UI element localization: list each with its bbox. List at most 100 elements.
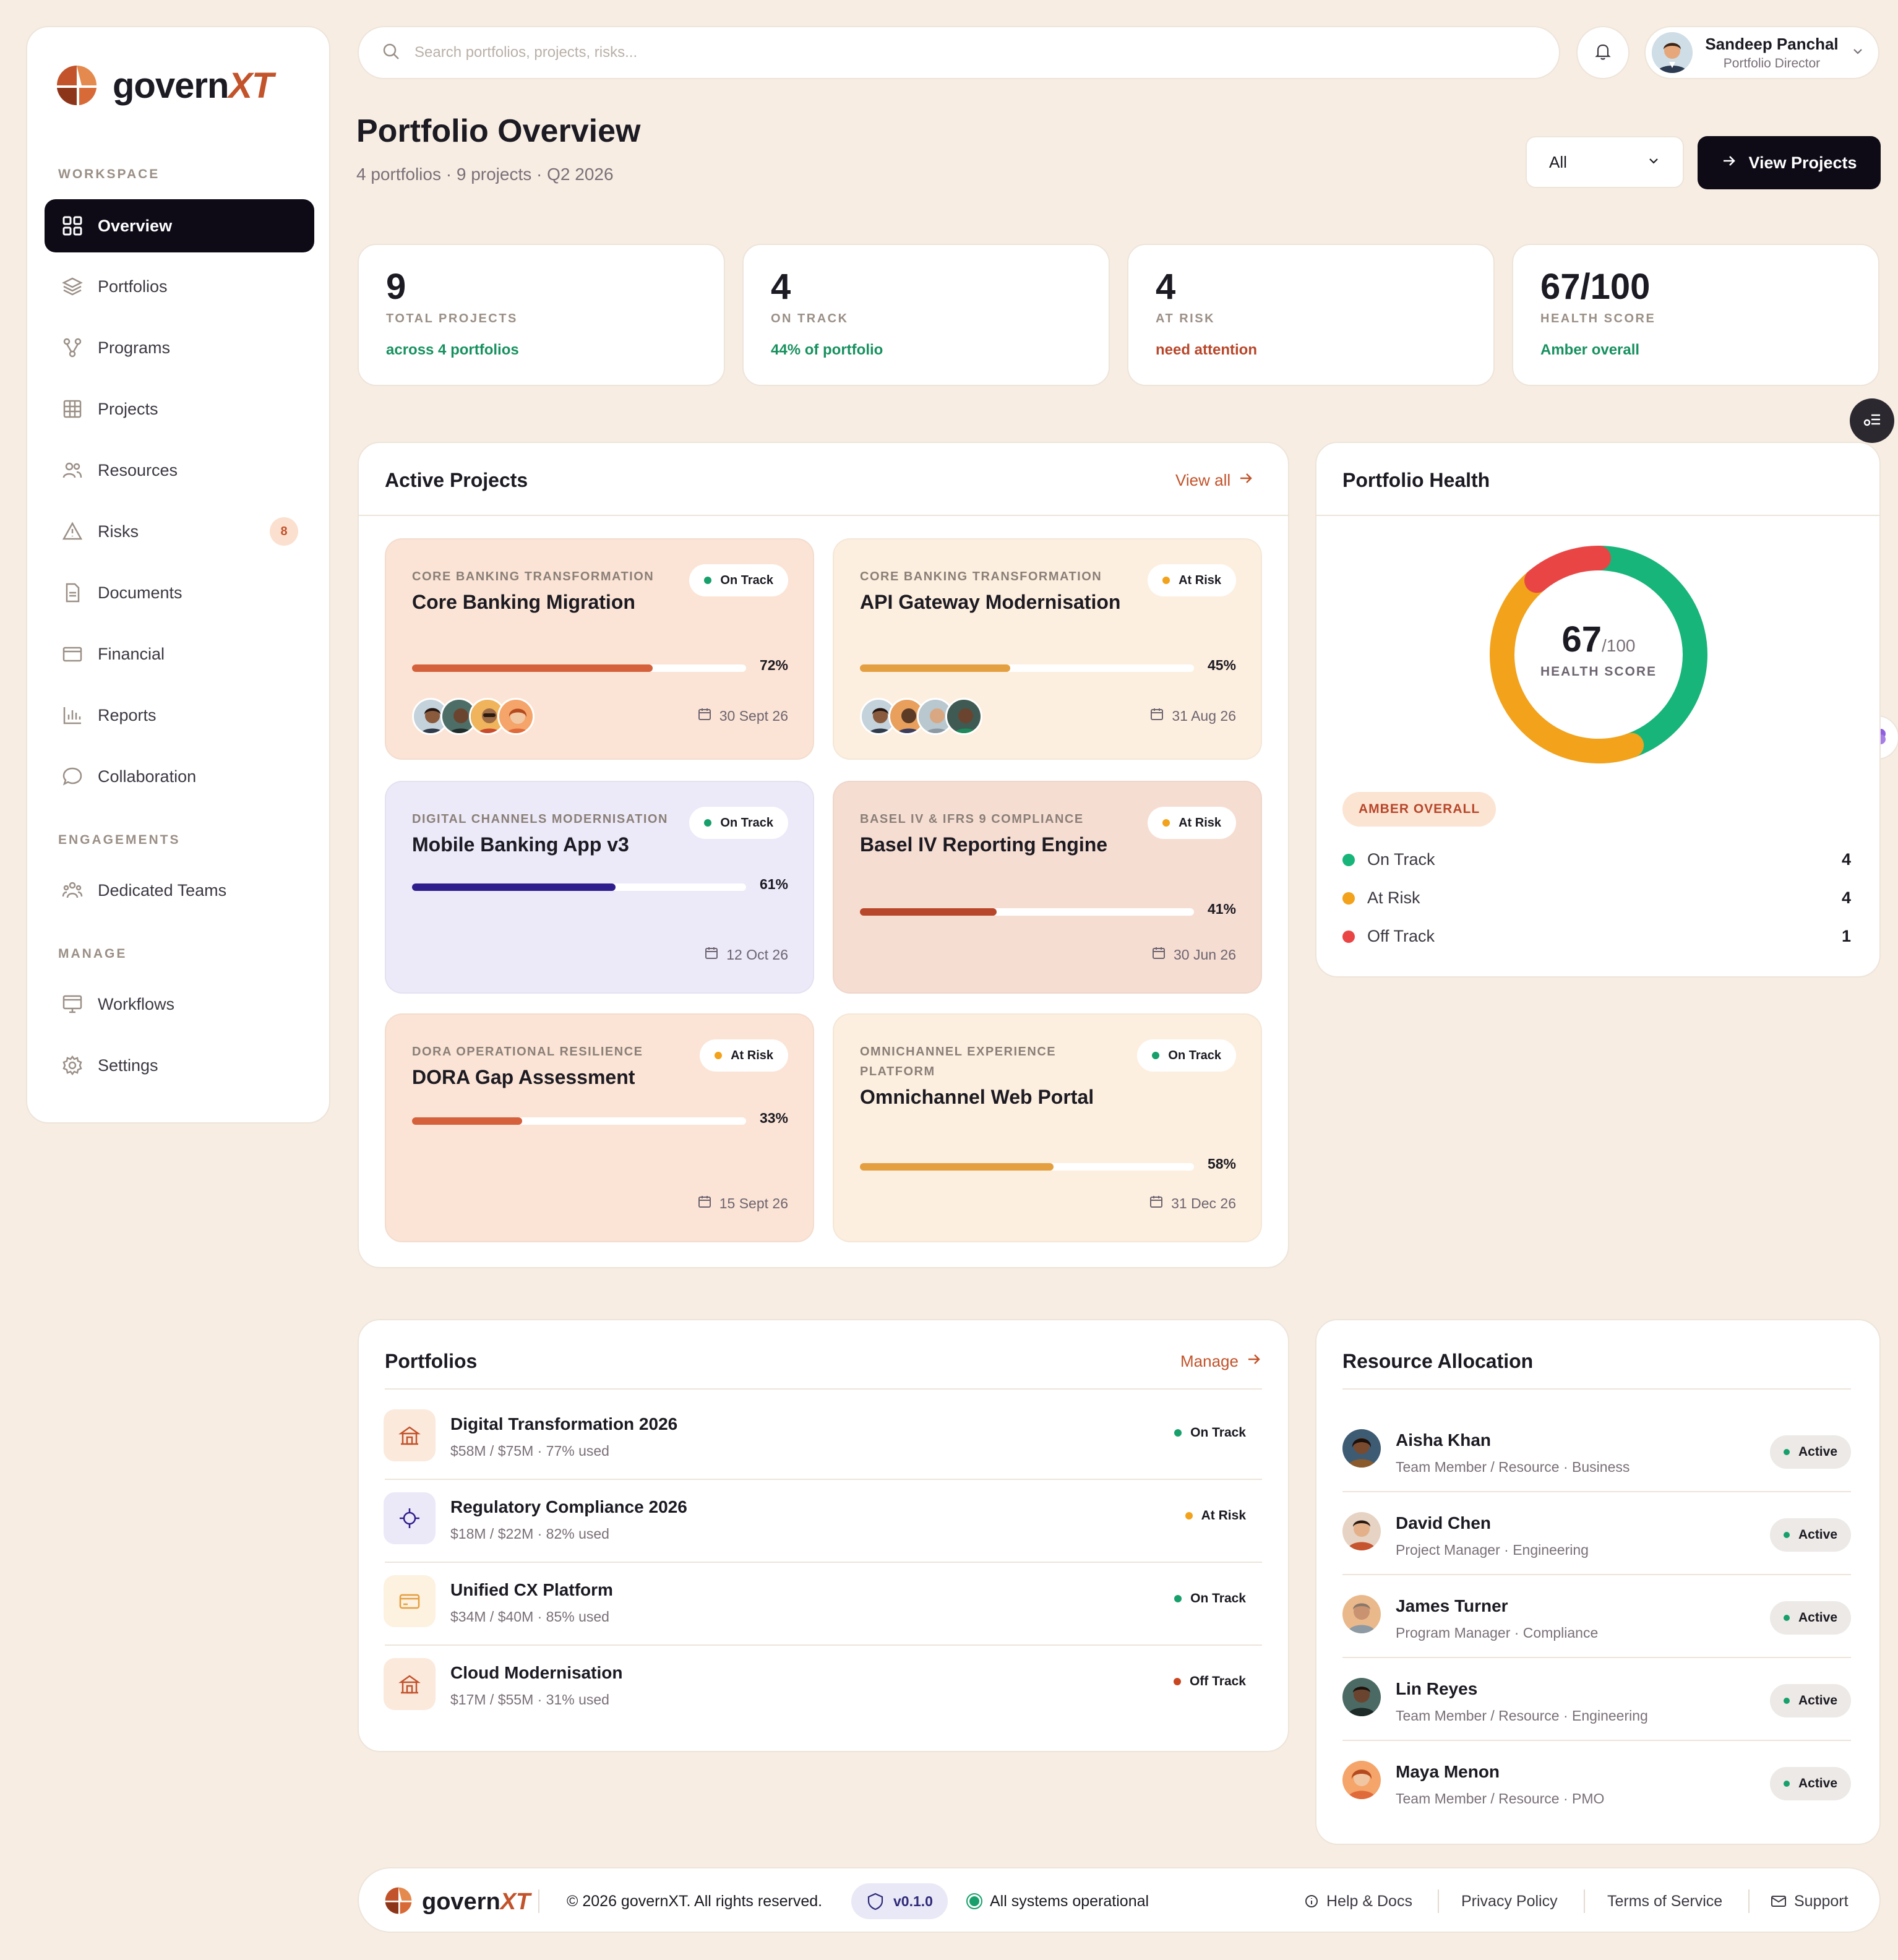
view-projects-label: View Projects [1748, 153, 1857, 172]
sidebar-item-portfolios[interactable]: Portfolios [45, 260, 314, 313]
project-card-mobile-banking-app[interactable]: DIGITAL CHANNELS MODERNISATION Mobile Ba… [385, 781, 814, 994]
mail-icon [1771, 1896, 1786, 1907]
sidebar-item-workflows[interactable]: Workflows [45, 978, 314, 1031]
bell-icon [1593, 41, 1613, 64]
resource-role: Team Member / Resource · PMO [1396, 1790, 1605, 1807]
card-icon [61, 642, 84, 666]
logo-mark-icon [384, 1886, 413, 1919]
search-bar[interactable] [358, 26, 1560, 79]
progress-fill [412, 883, 616, 891]
project-category: DORA OPERATIONAL RESILIENCE [412, 1045, 643, 1059]
sidebar-item-programs[interactable]: Programs [45, 321, 314, 374]
project-category: CORE BANKING TRANSFORMATION [412, 570, 655, 583]
shield-icon [867, 1893, 883, 1911]
resource-row-aisha-khan[interactable]: Aisha Khan Team Member / Resource · Busi… [1342, 1408, 1851, 1491]
privacy-policy-link[interactable]: Privacy Policy [1461, 1868, 1558, 1934]
stat-value: 4 [771, 267, 791, 307]
project-card-omnichannel-web-portal[interactable]: OMNICHANNEL EXPERIENCE PLATFORM Omnichan… [833, 1013, 1262, 1242]
amber-overall-badge: AMBER OVERALL [1342, 792, 1496, 827]
user-name: Sandeep Panchal [1705, 34, 1839, 53]
portfolio-name: Regulatory Compliance 2026 [450, 1497, 687, 1516]
logo-mark-icon [54, 63, 99, 108]
sidebar-item-settings[interactable]: Settings [45, 1039, 314, 1092]
search-input[interactable] [414, 44, 1466, 61]
team-icon [61, 879, 84, 902]
stat-subtext: across 4 portfolios [386, 342, 519, 358]
info-icon [1305, 1895, 1318, 1907]
help-docs-link[interactable]: Help & Docs [1304, 1868, 1412, 1934]
resource-row-james-turner[interactable]: James Turner Program Manager · Complianc… [1342, 1574, 1851, 1657]
progress-fill [860, 1163, 1054, 1171]
portfolio-budget: $58M / $75M · 77% used [450, 1443, 609, 1459]
chevron-down-icon [1851, 45, 1865, 61]
user-avatar [1652, 32, 1693, 73]
portfolio-row-cloud-modernisation[interactable]: Cloud Modernisation $17M / $55M · 31% us… [384, 1641, 1262, 1724]
portfolio-budget: $17M / $55M · 31% used [450, 1691, 609, 1708]
quick-actions-button[interactable] [1850, 398, 1894, 443]
sidebar-item-dedicated-teams[interactable]: Dedicated Teams [45, 864, 314, 917]
manage-link[interactable]: Manage [1180, 1351, 1262, 1372]
sidebar-item-collaboration[interactable]: Collaboration [45, 750, 314, 803]
progress-fill [860, 664, 1010, 672]
panel-divider [385, 1388, 1262, 1390]
portfolio-filter-select[interactable]: All [1526, 136, 1684, 188]
project-team-avatars[interactable] [412, 698, 535, 735]
project-card-core-banking-migration[interactable]: CORE BANKING TRANSFORMATION Core Banking… [385, 538, 814, 760]
project-card-dora-gap-assessment[interactable]: DORA OPERATIONAL RESILIENCE DORA Gap Ass… [385, 1013, 814, 1242]
resource-row-david-chen[interactable]: David Chen Project Manager · Engineering… [1342, 1491, 1851, 1574]
portfolio-row-unified-cx[interactable]: Unified CX Platform $34M / $40M · 85% us… [384, 1558, 1262, 1641]
system-status: All systems operational [966, 1868, 1149, 1934]
sidebar-item-resources[interactable]: Resources [45, 444, 314, 497]
bank-icon [384, 1658, 436, 1710]
status-badge: On Track [1174, 1591, 1246, 1606]
portfolio-health-title: Portfolio Health [1342, 469, 1490, 491]
project-card-api-gateway-modernisation[interactable]: CORE BANKING TRANSFORMATION API Gateway … [833, 538, 1262, 760]
portfolio-row-regulatory-compliance[interactable]: Regulatory Compliance 2026 $18M / $22M ·… [384, 1475, 1262, 1558]
view-projects-button[interactable]: View Projects [1698, 136, 1881, 189]
project-card-basel-iv-reporting-engine[interactable]: BASEL IV & IFRS 9 COMPLIANCE Basel IV Re… [833, 781, 1262, 994]
progress-fill [412, 664, 653, 672]
active-badge: Active [1769, 1767, 1851, 1800]
terms-of-service-link[interactable]: Terms of Service [1607, 1868, 1722, 1934]
page-subtitle: 4 portfolios · 9 projects · Q2 2026 [356, 165, 614, 184]
sidebar-item-label: Dedicated Teams [98, 880, 227, 900]
stat-value: 4 [1156, 267, 1176, 307]
stat-label: TOTAL PROJECTS [386, 312, 518, 325]
progress-percent: 61% [759, 876, 788, 892]
sidebar-item-label: Resources [98, 460, 178, 479]
support-link[interactable]: Support [1771, 1868, 1849, 1934]
health-score-label: HEALTH SCORE [1540, 664, 1657, 679]
resource-avatar [1342, 1512, 1381, 1550]
progress-percent: 45% [1207, 657, 1236, 673]
sidebar-item-documents[interactable]: Documents [45, 566, 314, 619]
footer-logo[interactable]: governXT [384, 1886, 530, 1919]
arrow-right-icon [1238, 470, 1254, 491]
sidebar-item-financial[interactable]: Financial [45, 627, 314, 681]
notifications-button[interactable] [1576, 26, 1630, 79]
sidebar-item-reports[interactable]: Reports [45, 689, 314, 742]
project-name: Omnichannel Web Portal [860, 1086, 1094, 1108]
resource-role: Program Manager · Compliance [1396, 1625, 1599, 1641]
resource-avatar [1342, 1595, 1381, 1633]
status-badge: Off Track [1173, 1674, 1246, 1689]
brand-name: governXT [113, 65, 274, 106]
user-menu[interactable]: Sandeep Panchal Portfolio Director [1644, 26, 1879, 79]
sidebar-item-label: Portfolios [98, 277, 168, 296]
project-team-avatars[interactable] [860, 698, 982, 735]
project-due-date: 12 Oct 26 [704, 945, 788, 964]
sidebar-item-risks[interactable]: Risks 8 [45, 505, 314, 558]
progress-track [860, 1163, 1194, 1171]
resource-row-maya-menon[interactable]: Maya Menon Team Member / Resource · PMO … [1342, 1740, 1851, 1823]
panel-divider [359, 515, 1288, 516]
legend-row-on-track: On Track 4 [1342, 850, 1851, 869]
resource-row-lin-reyes[interactable]: Lin Reyes Team Member / Resource · Engin… [1342, 1657, 1851, 1740]
view-all-link[interactable]: View all [1175, 470, 1254, 491]
portfolio-row-digital-transformation[interactable]: Digital Transformation 2026 $58M / $75M … [384, 1392, 1262, 1475]
team-avatar [497, 698, 535, 735]
footer-separator [1438, 1889, 1439, 1913]
progress-fill [860, 908, 997, 916]
sidebar-item-label: Programs [98, 338, 171, 357]
brand-logo[interactable]: governXT [54, 63, 274, 108]
sidebar-item-overview[interactable]: Overview [45, 199, 314, 252]
sidebar-item-projects[interactable]: Projects [45, 382, 314, 436]
